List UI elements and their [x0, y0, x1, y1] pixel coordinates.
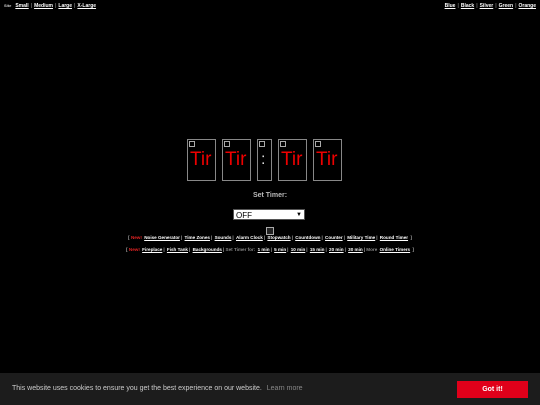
size-large-link[interactable]: Large — [58, 0, 72, 12]
color-silver-link[interactable]: Silver — [480, 0, 494, 12]
tools-nav: [ New! Noise Generator| Time Zones| Soun… — [128, 235, 412, 240]
timer-20-min-link[interactable]: 20 min — [329, 247, 344, 252]
broken-image-icon — [224, 141, 230, 147]
more-label: More — [366, 247, 378, 252]
clock-colon: : — [257, 139, 272, 181]
broken-image-icon — [189, 141, 195, 147]
broken-image-icon — [259, 141, 265, 147]
separator: | — [515, 3, 517, 9]
timer-10-min-link[interactable]: 10 min — [291, 247, 306, 252]
timer-1-min-link[interactable]: 1 min — [258, 247, 270, 252]
digit-alt-text: Tir — [316, 149, 338, 170]
size-xlarge-link[interactable]: X-Large — [77, 0, 96, 12]
digit-alt-text: Tir — [190, 149, 212, 170]
new-badge: New! — [128, 247, 140, 252]
timer-15-min-link[interactable]: 15 min — [310, 247, 325, 252]
separator: | — [30, 3, 33, 9]
color-orange-link[interactable]: Orange — [518, 0, 536, 12]
round-timer-link[interactable]: Round Timer — [380, 235, 408, 240]
new-badge: New! — [130, 235, 142, 240]
countdown-link[interactable]: Countdown — [295, 235, 320, 240]
separator: | — [74, 3, 76, 9]
online-timers-link[interactable]: Online Timers — [380, 247, 411, 252]
cookie-banner: This website uses cookies to ensure you … — [0, 373, 540, 405]
site-logo[interactable]: Site — [4, 0, 11, 12]
timer-30-min-link[interactable]: 30 min — [348, 247, 363, 252]
alarm-clock-link[interactable]: Alarm Clock — [236, 235, 263, 240]
counter-link[interactable]: Counter — [325, 235, 343, 240]
color-blue-link[interactable]: Blue — [445, 0, 456, 12]
clock-digit-hour-ones: Tir — [222, 139, 251, 181]
broken-image-icon — [266, 227, 274, 235]
broken-image-icon — [315, 141, 321, 147]
color-black-link[interactable]: Black — [461, 0, 474, 12]
timer-select[interactable]: OFF ▼ — [233, 209, 305, 220]
stopwatch-link[interactable]: Stopwatch — [267, 235, 290, 240]
broken-image-icon — [280, 141, 286, 147]
color-options: Blue | Black | Silver | Green | Orange — [445, 0, 536, 12]
extras-nav: [ New! Fireplace| Fish Tank| Backgrounds… — [126, 247, 414, 252]
size-options: Site Small | Medium | Large | X-Large — [4, 0, 96, 12]
noise-generator-link[interactable]: Noise Generator — [144, 235, 180, 240]
separator: | — [495, 3, 497, 9]
fireplace-link[interactable]: Fireplace — [142, 247, 162, 252]
size-medium-link[interactable]: Medium — [34, 0, 53, 12]
separator: | — [54, 3, 57, 9]
clock-display: Tir Tir : Tir Tir — [187, 139, 342, 181]
cookie-message: This website uses cookies to ensure you … — [12, 385, 262, 392]
chevron-down-icon: ▼ — [296, 212, 302, 218]
color-green-link[interactable]: Green — [499, 0, 513, 12]
set-timer-for-label: Set Timer for: — [225, 247, 256, 252]
time-zones-link[interactable]: Time Zones — [185, 235, 210, 240]
backgrounds-link[interactable]: Backgrounds — [193, 247, 222, 252]
digit-alt-text: Tir — [225, 149, 247, 170]
digit-alt-text: Tir — [281, 149, 303, 170]
fish-tank-link[interactable]: Fish Tank — [167, 247, 188, 252]
separator: | — [457, 3, 459, 9]
clock-digit-hour-tens: Tir — [187, 139, 216, 181]
colon-alt-text: : — [261, 151, 266, 168]
cookie-message-container: This website uses cookies to ensure you … — [12, 385, 303, 392]
timer-select-value: OFF — [236, 211, 252, 220]
timer-5-min-link[interactable]: 5 min — [274, 247, 286, 252]
sounds-link[interactable]: Sounds — [215, 235, 232, 240]
size-small-link[interactable]: Small — [15, 0, 28, 12]
cookie-accept-button[interactable]: Got it! — [457, 381, 528, 398]
top-bar: Site Small | Medium | Large | X-Large Bl… — [0, 0, 540, 12]
separator: | — [476, 3, 478, 9]
clock-digit-minute-tens: Tir — [278, 139, 307, 181]
military-time-link[interactable]: Military Time — [347, 235, 375, 240]
set-timer-label: Set Timer: — [252, 192, 288, 199]
clock-digit-minute-ones: Tir — [313, 139, 342, 181]
learn-more-link[interactable]: Learn more — [267, 385, 303, 392]
